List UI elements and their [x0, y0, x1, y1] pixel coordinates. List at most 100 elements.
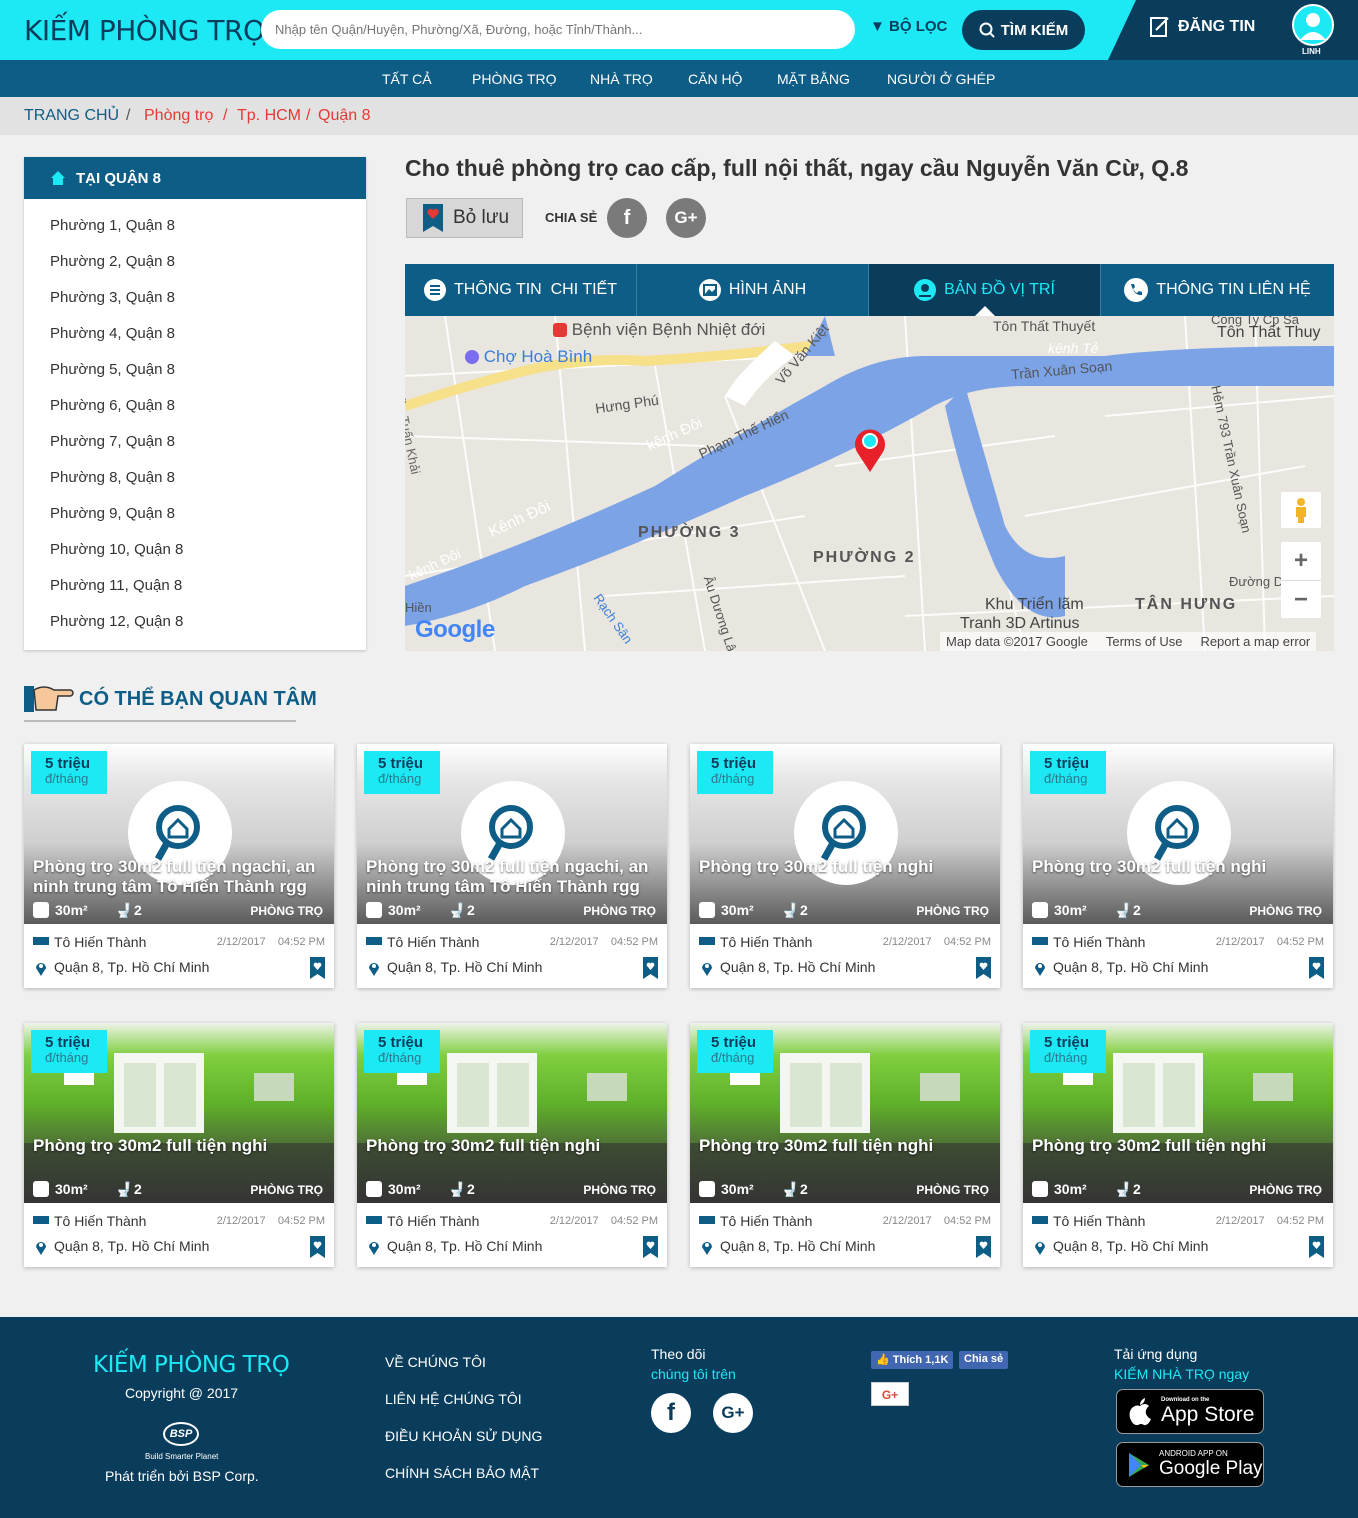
listing-card[interactable]: 5 triệu đ/tháng Phòng trọ 30m2 full tiện n… [24, 1023, 334, 1267]
listing-date: 2/12/2017 04:52 PM [549, 1215, 658, 1227]
listing-card[interactable]: 5 triệu đ/tháng Phòng trọ 30m2 full tiện n… [357, 744, 667, 988]
follow-text-2: chúng tôi trên [651, 1366, 736, 1382]
listing-title[interactable]: Phòng trọ 30m2 full tiện nghi [699, 1136, 989, 1156]
footer-link-terms[interactable]: ĐIỀU KHOẢN SỬ DỤNG [385, 1428, 542, 1444]
listing-type: PHÒNG TRỌ [250, 904, 323, 918]
listing-title[interactable]: Phòng trọ 30m2 full tiện nghi [33, 1136, 323, 1156]
filter-button[interactable]: ▼ BỘ LỌC [870, 18, 947, 35]
footer-link-contact[interactable]: LIÊN HỆ CHÚNG TÔI [385, 1391, 522, 1407]
map-label: kênh Tẻ [1048, 340, 1099, 356]
sidebar-item-ward-6[interactable]: Phường 6, Quận 8 [50, 397, 175, 414]
footer-facebook-icon[interactable]: f [651, 1393, 691, 1433]
listing-title[interactable]: Phòng trọ 30m2 full tiện nghi [1032, 857, 1322, 877]
nav-premises[interactable]: MẶT BẰNG [777, 71, 850, 87]
listing-card[interactable]: 5 triệu đ/tháng Phòng trọ 30m2 full tiện n… [357, 1023, 667, 1267]
bookmark-icon[interactable] [310, 957, 325, 979]
bookmark-icon[interactable] [1309, 1236, 1324, 1258]
sidebar-item-ward-5[interactable]: Phường 5, Quận 8 [50, 361, 175, 378]
report-link[interactable]: Report a map error [1200, 634, 1310, 649]
bookmark-icon[interactable] [643, 1236, 658, 1258]
bookmark-icon[interactable] [1309, 957, 1324, 979]
area-icon [699, 1181, 715, 1197]
nav-roommates[interactable]: NGƯỜI Ở GHÉP [887, 71, 995, 87]
price-badge: 5 triệu đ/tháng [697, 751, 773, 794]
crumb-sep: / [306, 107, 311, 124]
sidebar-item-ward-2[interactable]: Phường 2, Quận 8 [50, 253, 175, 270]
footer-google-plus-icon[interactable]: G+ [713, 1393, 753, 1433]
avatar[interactable] [1292, 4, 1334, 46]
listing-card[interactable]: 5 triệu đ/tháng Phòng trọ 30m2 full tiện n… [24, 744, 334, 988]
listing-card[interactable]: 5 triệu đ/tháng Phòng trọ 30m2 full tiện n… [1023, 744, 1333, 988]
listing-image[interactable]: 5 triệu đ/tháng Phòng trọ 30m2 full tiện n… [357, 1023, 667, 1203]
post-label: ĐĂNG TIN [1178, 18, 1256, 35]
nav-all[interactable]: TẤT CẢ [382, 71, 432, 87]
listing-image[interactable]: 5 triệu đ/tháng Phòng trọ 30m2 full tiện n… [24, 744, 334, 924]
bookmark-icon[interactable] [976, 957, 991, 979]
gplus-share-button[interactable]: G+ [871, 1382, 909, 1406]
zoom-out-button[interactable]: − [1281, 580, 1321, 618]
listing-image[interactable]: 5 triệu đ/tháng Phòng trọ 30m2 full tiện n… [1023, 744, 1333, 924]
facebook-icon[interactable]: f [607, 198, 647, 238]
location-icon [369, 1242, 379, 1255]
street-sign-icon [366, 937, 382, 948]
tab-details[interactable]: THÔNG TIN CHI TIẾT [405, 264, 637, 316]
toilet-icon: 🚽 [1114, 1181, 1132, 1197]
zoom-in-button[interactable]: + [1281, 542, 1321, 580]
crumb-city[interactable]: Tp. HCM [237, 107, 301, 125]
search-button[interactable]: TÌM KIẾM [962, 10, 1085, 50]
listing-title[interactable]: Phòng trọ 30m2 full tiện ngachi, an ninh… [33, 857, 323, 897]
app-store-button[interactable]: Download on the App Store [1116, 1389, 1264, 1434]
search-input[interactable] [261, 10, 855, 49]
site-logo[interactable]: KIẾM PHÒNG TRỌ [24, 14, 265, 47]
terms-link[interactable]: Terms of Use [1106, 634, 1183, 649]
sidebar-item-ward-3[interactable]: Phường 3, Quận 8 [50, 289, 175, 306]
sidebar-item-ward-4[interactable]: Phường 4, Quận 8 [50, 325, 175, 342]
crumb-home[interactable]: TRANG CHỦ [24, 107, 119, 125]
sidebar-item-ward-11[interactable]: Phường 11, Quận 8 [50, 577, 182, 594]
listing-image[interactable]: 5 triệu đ/tháng Phòng trọ 30m2 full tiện n… [1023, 1023, 1333, 1203]
listing-card[interactable]: 5 triệu đ/tháng Phòng trọ 30m2 full tiện n… [690, 744, 1000, 988]
listing-title[interactable]: Phòng trọ 30m2 full tiện nghi [1032, 1136, 1322, 1156]
sidebar-item-ward-7[interactable]: Phường 7, Quận 8 [50, 433, 175, 450]
location-map[interactable]: Bệnh viện Bệnh Nhiệt đới Chợ Hoà Bình Tr… [405, 316, 1334, 651]
nav-rooms[interactable]: PHÒNG TRỌ [472, 71, 557, 87]
area-icon [33, 902, 49, 918]
google-play-button[interactable]: ANDROID APP ON Google Play [1116, 1442, 1264, 1487]
street-view-button[interactable] [1281, 492, 1321, 528]
fb-share-button[interactable]: Chia sẻ [959, 1351, 1009, 1369]
footer-link-privacy[interactable]: CHÍNH SÁCH BẢO MẬT [385, 1465, 539, 1481]
google-plus-icon[interactable]: G+ [666, 198, 706, 238]
listing-title[interactable]: Phòng trọ 30m2 full tiện nghi [366, 1136, 656, 1156]
sidebar-item-ward-1[interactable]: Phường 1, Quận 8 [50, 217, 175, 234]
bookmark-icon[interactable] [310, 1236, 325, 1258]
developer: Phát triển bởi BSP Corp. [105, 1468, 259, 1484]
listing-image[interactable]: 5 triệu đ/tháng Phòng trọ 30m2 full tiện n… [357, 744, 667, 924]
listing-title[interactable]: Phòng trọ 30m2 full tiện nghi [699, 857, 989, 877]
footer-link-about[interactable]: VỀ CHÚNG TÔI [385, 1354, 486, 1370]
listing-title[interactable]: Phòng trọ 30m2 full tiện ngachi, an ninh… [366, 857, 656, 897]
nav-apartments[interactable]: CĂN HỘ [688, 71, 742, 87]
unsave-button[interactable]: Bỏ lưu [406, 198, 523, 238]
sidebar-item-ward-8[interactable]: Phường 8, Quận 8 [50, 469, 175, 486]
active-tab-pointer [975, 306, 995, 316]
post-listing-button[interactable]: ĐĂNG TIN [1150, 16, 1255, 38]
crumb-district[interactable]: Quận 8 [318, 107, 370, 125]
tab-contact[interactable]: THÔNG TIN LIÊN HỆ [1101, 264, 1334, 316]
tab-images[interactable]: HÌNH ẢNH [637, 264, 869, 316]
footer-logo: KIẾM PHÒNG TRỌ [93, 1352, 290, 1378]
listing-card[interactable]: 5 triệu đ/tháng Phòng trọ 30m2 full tiện n… [1023, 1023, 1333, 1267]
crumb-rooms[interactable]: Phòng trọ [144, 107, 213, 125]
bookmark-icon[interactable] [976, 1236, 991, 1258]
fb-like-button[interactable]: 👍 Thích 1,1K [871, 1351, 954, 1369]
sidebar-item-ward-9[interactable]: Phường 9, Quận 8 [50, 505, 175, 522]
listing-image[interactable]: 5 triệu đ/tháng Phòng trọ 30m2 full tiện n… [690, 744, 1000, 924]
listing-card[interactable]: 5 triệu đ/tháng Phòng trọ 30m2 full tiện n… [690, 1023, 1000, 1267]
sidebar-item-ward-12[interactable]: Phường 12, Quận 8 [50, 613, 183, 630]
sidebar-item-ward-10[interactable]: Phường 10, Quận 8 [50, 541, 183, 558]
listing-image[interactable]: 5 triệu đ/tháng Phòng trọ 30m2 full tiện n… [24, 1023, 334, 1203]
bookmark-icon[interactable] [643, 957, 658, 979]
listing-image[interactable]: 5 triệu đ/tháng Phòng trọ 30m2 full tiện n… [690, 1023, 1000, 1203]
price-badge: 5 triệu đ/tháng [364, 1030, 440, 1073]
listing-street: Tô Hiến Thành [387, 1213, 480, 1229]
nav-houses[interactable]: NHÀ TRỌ [590, 71, 653, 87]
